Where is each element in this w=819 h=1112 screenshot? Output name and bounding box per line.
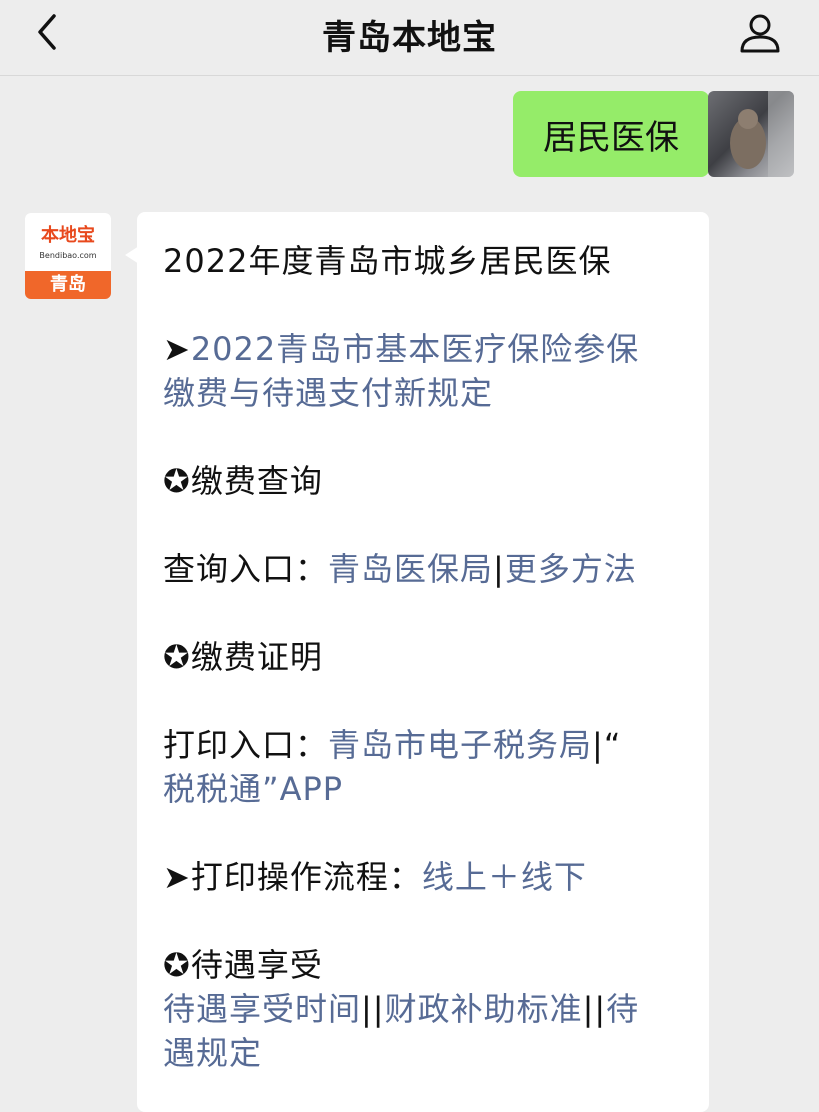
print-link-tax[interactable]: 青岛市电子税务局 <box>328 726 592 764</box>
separator: || <box>361 990 385 1028</box>
print-line: 打印入口：青岛市电子税务局|“ <box>163 720 621 766</box>
section-query: ✪缴费查询 <box>163 462 323 500</box>
arrow-icon: ➤ <box>163 330 191 368</box>
benefit-link-rules[interactable]: 待 <box>606 990 639 1028</box>
print-label: 打印入口： <box>163 726 329 764</box>
avatar-photo-icon <box>730 91 794 177</box>
flow-label: 打印操作流程： <box>190 858 422 896</box>
query-link-bureau[interactable]: 青岛医保局 <box>328 550 493 588</box>
message-heading: 2022年度青岛市城乡居民医保 <box>163 242 612 280</box>
separator: | <box>493 550 505 588</box>
benefit-link-subsidy[interactable]: 财政补助标准 <box>385 990 583 1028</box>
bot-avatar[interactable]: 本地宝 Bendibao.com 青岛 <box>25 213 111 299</box>
query-label: 查询入口： <box>163 550 329 588</box>
avatar-city: 青岛 <box>25 271 111 299</box>
benefit-link-time[interactable]: 待遇享受时间 <box>163 990 361 1028</box>
user-avatar[interactable] <box>708 91 794 177</box>
print-line-2: 税税通”APP <box>163 764 343 810</box>
query-link-more[interactable]: 更多方法 <box>505 550 637 588</box>
avatar-brand: 本地宝 <box>41 225 95 246</box>
policy-line-1: ➤2022青岛市基本医疗保险参保 <box>163 324 639 370</box>
user-message-bubble[interactable]: 居民医保 <box>513 91 721 177</box>
top-bar: 青岛本地宝 <box>0 0 819 76</box>
avatar-site: Bendibao.com <box>39 251 97 260</box>
policy-link[interactable]: 2022青岛市基本医疗保险参保 <box>191 330 639 368</box>
page-title: 青岛本地宝 <box>322 18 497 58</box>
flow-link[interactable]: 线上＋线下 <box>422 858 587 896</box>
benefit-line-2: 遇规定 <box>163 1028 262 1074</box>
separator: |“ <box>592 726 622 764</box>
separator: || <box>582 990 607 1028</box>
person-icon[interactable] <box>737 10 783 56</box>
bot-message-bubble: 2022年度青岛市城乡居民医保 ➤2022青岛市基本医疗保险参保 缴费与待遇支付… <box>125 212 709 1112</box>
benefit-line: 待遇享受时间||财政补助标准||待 <box>163 984 639 1030</box>
section-benefit: ✪待遇享受 <box>163 946 323 984</box>
arrow-icon: ➤ <box>163 858 191 896</box>
user-message-text: 居民医保 <box>543 117 679 158</box>
flow-line: ➤打印操作流程：线上＋线下 <box>163 852 587 898</box>
query-line: 查询入口：青岛医保局|更多方法 <box>163 544 637 590</box>
section-proof: ✪缴费证明 <box>163 638 323 676</box>
policy-link-cont[interactable]: 缴费与待遇支付新规定 <box>163 374 493 412</box>
print-link-app[interactable]: 税税通”APP <box>163 770 343 808</box>
policy-line-2: 缴费与待遇支付新规定 <box>163 368 493 414</box>
benefit-link-rules-cont[interactable]: 遇规定 <box>163 1034 262 1072</box>
